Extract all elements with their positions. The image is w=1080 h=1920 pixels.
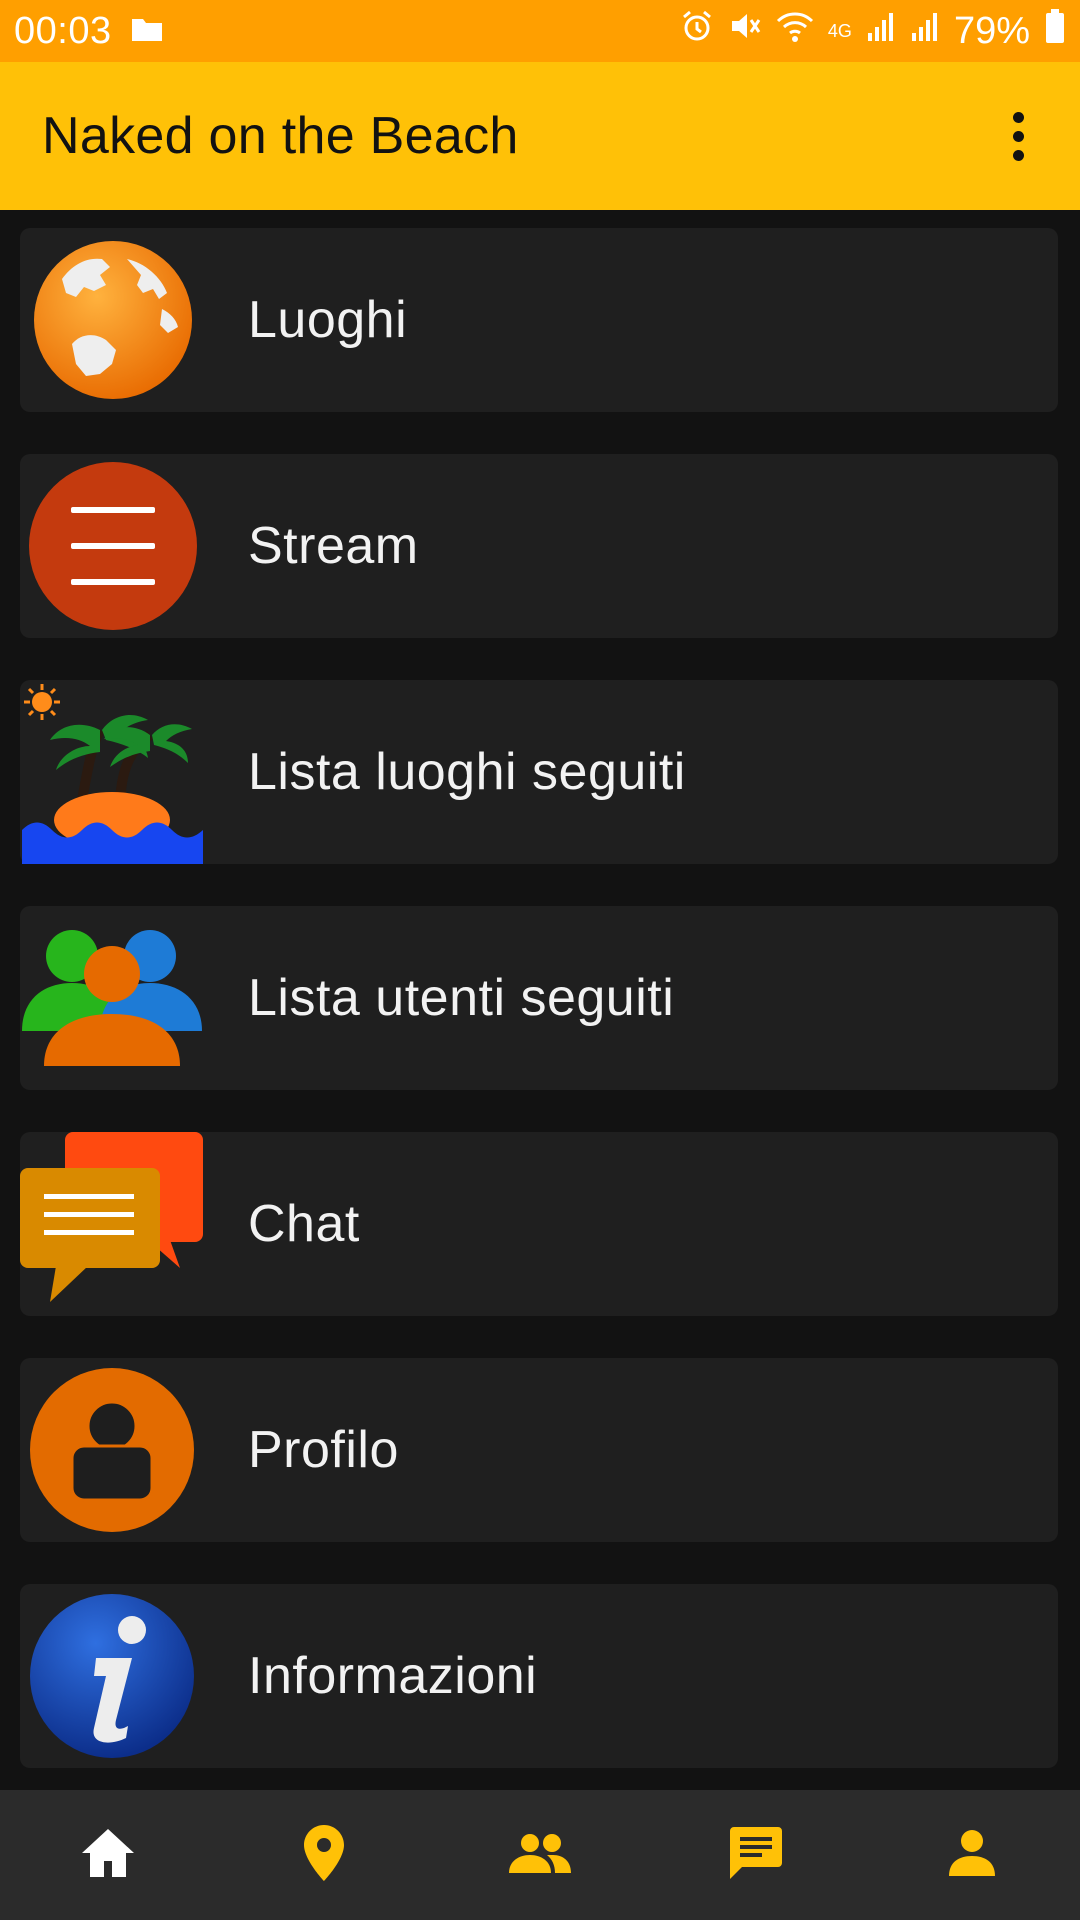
menu-item-stream[interactable]: Stream [20, 454, 1058, 638]
users-icon [20, 906, 205, 1090]
status-time: 00:03 [14, 9, 112, 52]
nav-places[interactable] [264, 1800, 384, 1910]
profile-icon [20, 1358, 205, 1542]
home-icon [80, 1827, 136, 1884]
battery-percent: 79% [953, 9, 1030, 52]
mute-icon [728, 9, 762, 53]
signal-icon-2 [910, 10, 940, 53]
menu-item-label: Lista utenti seguiti [248, 969, 675, 1027]
nav-account[interactable] [912, 1800, 1032, 1910]
menu-item-label: Luoghi [248, 291, 408, 349]
signal-icon [866, 10, 896, 53]
nav-messages[interactable] [696, 1800, 816, 1910]
menu-item-label: Informazioni [248, 1647, 538, 1705]
menu-item-luoghi[interactable]: Luoghi [20, 228, 1058, 412]
menu-item-label: Chat [248, 1195, 360, 1253]
info-icon [20, 1584, 205, 1768]
menu-item-luoghi-seguiti[interactable]: Lista luoghi seguiti [20, 680, 1058, 864]
app-title: Naked on the Beach [42, 107, 519, 165]
network-type-label: 4G [827, 21, 852, 41]
people-icon [509, 1833, 571, 1878]
more-vert-icon[interactable] [998, 106, 1038, 166]
message-icon [728, 1825, 784, 1886]
alarm-icon [680, 9, 714, 53]
menu-item-label: Stream [248, 517, 419, 575]
status-bar: 00:03 4G 79% [0, 0, 1080, 62]
menu-item-label: Lista luoghi seguiti [248, 743, 686, 801]
menu-item-label: Profilo [248, 1421, 399, 1479]
bottom-navigation [0, 1790, 1080, 1920]
island-icon [20, 680, 205, 864]
globe-icon [20, 228, 205, 412]
nav-people[interactable] [480, 1800, 600, 1910]
stream-icon [20, 454, 205, 638]
menu-item-profilo[interactable]: Profilo [20, 1358, 1058, 1542]
battery-icon [1044, 8, 1066, 54]
chat-icon [20, 1132, 205, 1316]
menu-item-chat[interactable]: Chat [20, 1132, 1058, 1316]
wifi-icon [776, 10, 814, 53]
person-icon [949, 1829, 995, 1881]
location-pin-icon [304, 1824, 344, 1886]
nav-home[interactable] [48, 1800, 168, 1910]
menu-item-informazioni[interactable]: Informazioni [20, 1584, 1058, 1768]
menu-item-utenti-seguiti[interactable]: Lista utenti seguiti [20, 906, 1058, 1090]
folder-icon [130, 10, 164, 53]
app-bar: Naked on the Beach [0, 62, 1080, 210]
